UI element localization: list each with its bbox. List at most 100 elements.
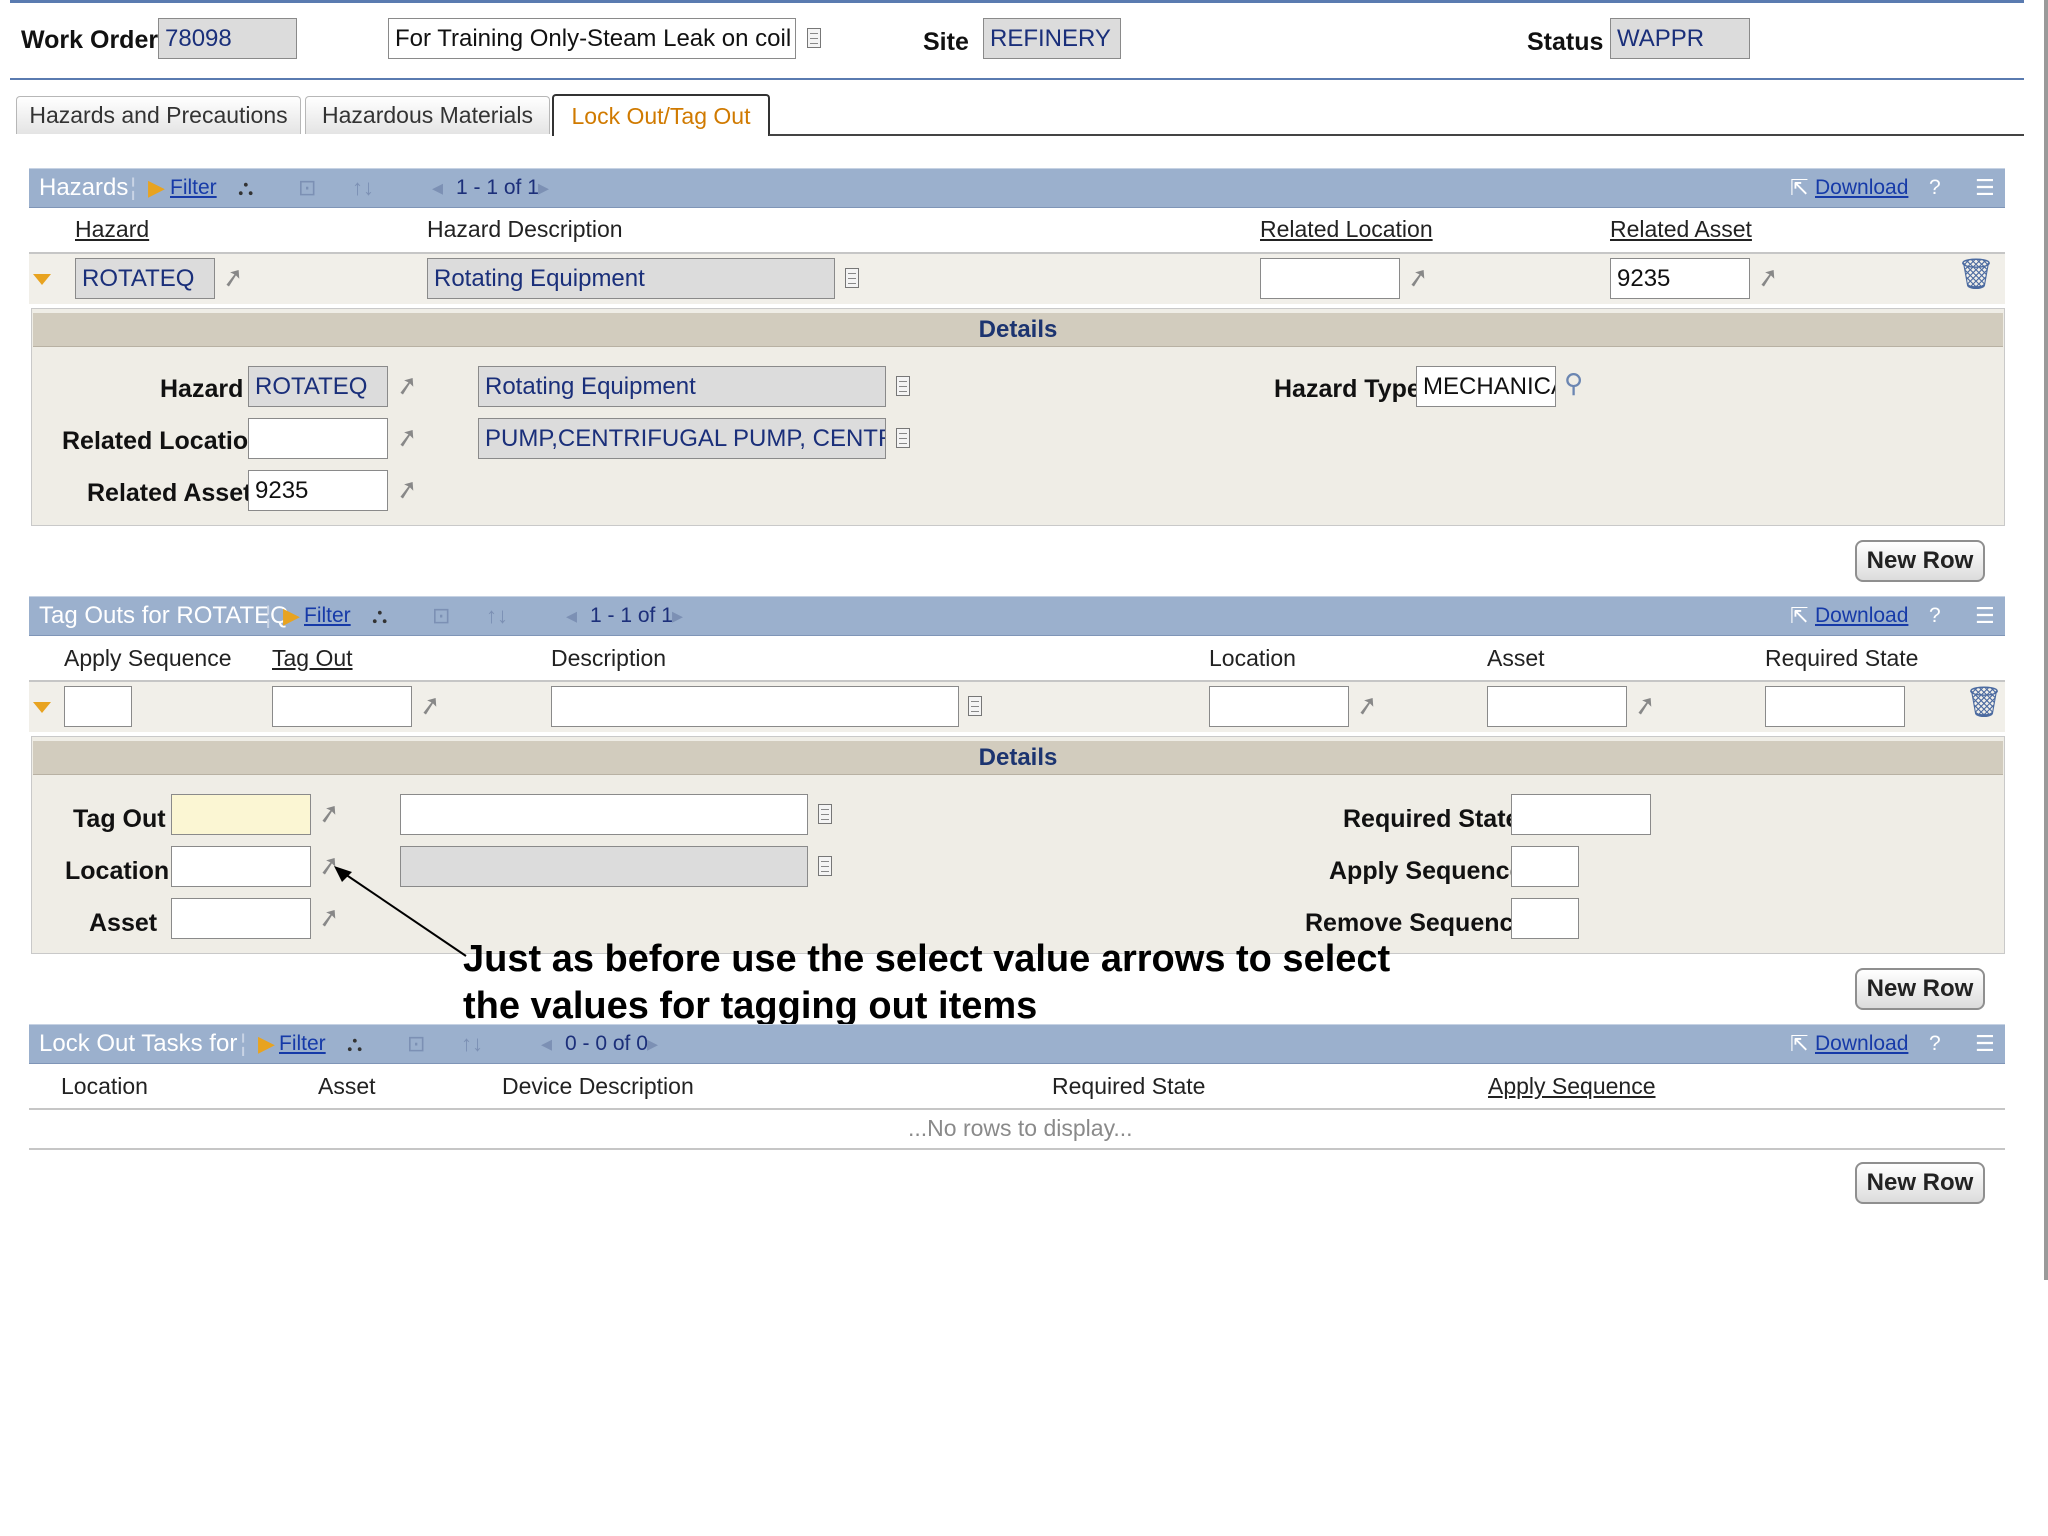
related-location-cell[interactable]: [1260, 258, 1400, 299]
long-description-icon[interactable]: [845, 268, 859, 288]
hazards-filter-link[interactable]: Filter: [170, 168, 217, 208]
tab-hazards-and-precautions[interactable]: Hazards and Precautions: [16, 96, 301, 134]
long-description-icon[interactable]: [807, 28, 821, 48]
detail-tag-out-description-field[interactable]: [400, 794, 808, 835]
next-page-icon[interactable]: ▸: [647, 1024, 658, 1064]
description-cell[interactable]: [551, 686, 959, 727]
asset-cell[interactable]: [1487, 686, 1627, 727]
sort-arrows-icon[interactable]: ↑↓: [461, 1024, 483, 1064]
clear-filter-icon[interactable]: ⊡: [432, 596, 450, 636]
select-value-arrow-icon[interactable]: ➚: [1405, 260, 1432, 293]
download-icon[interactable]: ⇱: [1790, 168, 1808, 208]
lockout-filter-link[interactable]: Filter: [279, 1024, 326, 1064]
detail-related-asset-label: Related Asset: [87, 479, 252, 507]
required-state-cell[interactable]: [1765, 686, 1905, 727]
select-value-arrow-icon[interactable]: ➚: [394, 368, 421, 401]
column-header-tag-out[interactable]: Tag Out: [272, 643, 353, 673]
select-value-arrow-icon[interactable]: ➚: [394, 420, 421, 453]
tab-lock-out-tag-out[interactable]: Lock Out/Tag Out: [552, 94, 770, 136]
location-cell[interactable]: [1209, 686, 1349, 727]
long-description-icon[interactable]: [818, 856, 832, 876]
detail-location-description-field[interactable]: PUMP,CENTRIFUGAL PUMP, CENTRIFUGAL: [478, 418, 886, 459]
detail-apply-sequence-field[interactable]: [1511, 846, 1579, 887]
detail-hazard-description-field[interactable]: Rotating Equipment: [478, 366, 886, 407]
binoculars-icon[interactable]: ⛬: [347, 1024, 362, 1064]
hazards-new-row-button[interactable]: New Row: [1855, 540, 1985, 582]
work-order-description-field[interactable]: For Training Only-Steam Leak on coil: [388, 18, 796, 59]
lookup-magnifier-icon[interactable]: ⚲: [1564, 370, 1583, 396]
download-icon[interactable]: ⇱: [1790, 1024, 1808, 1064]
column-header-related-asset[interactable]: Related Asset: [1610, 214, 1752, 244]
sort-arrows-icon[interactable]: ↑↓: [352, 168, 374, 208]
row-divider: [29, 1148, 2005, 1150]
long-description-icon[interactable]: [896, 428, 910, 448]
hazard-cell[interactable]: ROTATEQ: [75, 258, 215, 299]
trash-icon[interactable]: 🗑: [1957, 260, 1995, 290]
help-icon[interactable]: ?: [1929, 1024, 1941, 1064]
sort-arrows-icon[interactable]: ↑↓: [486, 596, 508, 636]
detail-asset-field[interactable]: [171, 898, 311, 939]
select-value-arrow-icon[interactable]: ➚: [220, 260, 247, 293]
select-value-arrow-icon[interactable]: ➚: [1354, 688, 1381, 721]
site-field[interactable]: REFINERY: [983, 18, 1121, 59]
filter-arrow-icon[interactable]: ▶: [148, 168, 165, 208]
detail-related-location-field[interactable]: [248, 418, 388, 459]
select-value-arrow-icon[interactable]: ➚: [316, 796, 343, 829]
detail-hazard-field[interactable]: ROTATEQ: [248, 366, 388, 407]
filter-arrow-icon[interactable]: ▶: [258, 1024, 275, 1064]
long-description-icon[interactable]: [896, 376, 910, 396]
tagouts-download-link[interactable]: Download: [1815, 596, 1908, 636]
detail-location-field[interactable]: [171, 846, 311, 887]
expand-row-toggle[interactable]: [33, 274, 51, 285]
download-icon[interactable]: ⇱: [1790, 596, 1808, 636]
tab-hazardous-materials[interactable]: Hazardous Materials: [305, 96, 550, 134]
column-header-hazard[interactable]: Hazard: [75, 214, 149, 244]
previous-page-icon[interactable]: ◂: [432, 168, 443, 208]
tagouts-filter-link[interactable]: Filter: [304, 596, 351, 636]
column-header-apply-sequence: Apply Sequence: [64, 645, 232, 671]
tagouts-pagination: 1 - 1 of 1: [590, 604, 673, 627]
binoculars-icon[interactable]: ⛬: [238, 168, 253, 208]
tagouts-new-row-button[interactable]: New Row: [1855, 968, 1985, 1010]
previous-page-icon[interactable]: ◂: [566, 596, 577, 636]
hazards-download-link[interactable]: Download: [1815, 168, 1908, 208]
select-value-arrow-icon[interactable]: ➚: [1755, 260, 1782, 293]
related-asset-cell[interactable]: 9235: [1610, 258, 1750, 299]
tag-out-cell[interactable]: [272, 686, 412, 727]
lockout-download-link[interactable]: Download: [1815, 1024, 1908, 1064]
work-order-field[interactable]: 78098: [158, 18, 297, 59]
clear-filter-icon[interactable]: ⊡: [407, 1024, 425, 1064]
detail-tag-out-field[interactable]: [171, 794, 311, 835]
help-icon[interactable]: ?: [1929, 596, 1941, 636]
detail-menu-icon[interactable]: ☰: [1975, 1024, 1995, 1064]
detail-required-state-label: Required State: [1343, 805, 1520, 833]
select-value-arrow-icon[interactable]: ➚: [417, 688, 444, 721]
hazard-description-cell[interactable]: Rotating Equipment: [427, 258, 835, 299]
help-icon[interactable]: ?: [1929, 168, 1941, 208]
detail-hazard-type-field[interactable]: MECHANICAL: [1416, 366, 1556, 407]
next-page-icon[interactable]: ▸: [672, 596, 683, 636]
column-header-apply-sequence[interactable]: Apply Sequence: [1488, 1071, 1656, 1101]
apply-sequence-cell[interactable]: [64, 686, 132, 727]
binoculars-icon[interactable]: ⛬: [372, 596, 387, 636]
detail-menu-icon[interactable]: ☰: [1975, 168, 1995, 208]
detail-required-state-field[interactable]: [1511, 794, 1651, 835]
trash-icon[interactable]: 🗑: [1965, 688, 2003, 718]
detail-remove-sequence-field[interactable]: [1511, 898, 1579, 939]
next-page-icon[interactable]: ▸: [538, 168, 549, 208]
long-description-icon[interactable]: [968, 696, 982, 716]
long-description-icon[interactable]: [818, 804, 832, 824]
status-field[interactable]: WAPPR: [1610, 18, 1750, 59]
lockout-new-row-button[interactable]: New Row: [1855, 1162, 1985, 1204]
clear-filter-icon[interactable]: ⊡: [298, 168, 316, 208]
hazard-details-title: Details: [33, 313, 2003, 347]
filter-arrow-icon[interactable]: ▶: [283, 596, 300, 636]
select-value-arrow-icon[interactable]: ➚: [394, 472, 421, 505]
detail-menu-icon[interactable]: ☰: [1975, 596, 1995, 636]
select-value-arrow-icon[interactable]: ➚: [1632, 688, 1659, 721]
status-label: Status: [1527, 28, 1604, 56]
previous-page-icon[interactable]: ◂: [541, 1024, 552, 1064]
column-header-related-location[interactable]: Related Location: [1260, 214, 1433, 244]
detail-related-asset-field[interactable]: 9235: [248, 470, 388, 511]
expand-row-toggle[interactable]: [33, 702, 51, 713]
